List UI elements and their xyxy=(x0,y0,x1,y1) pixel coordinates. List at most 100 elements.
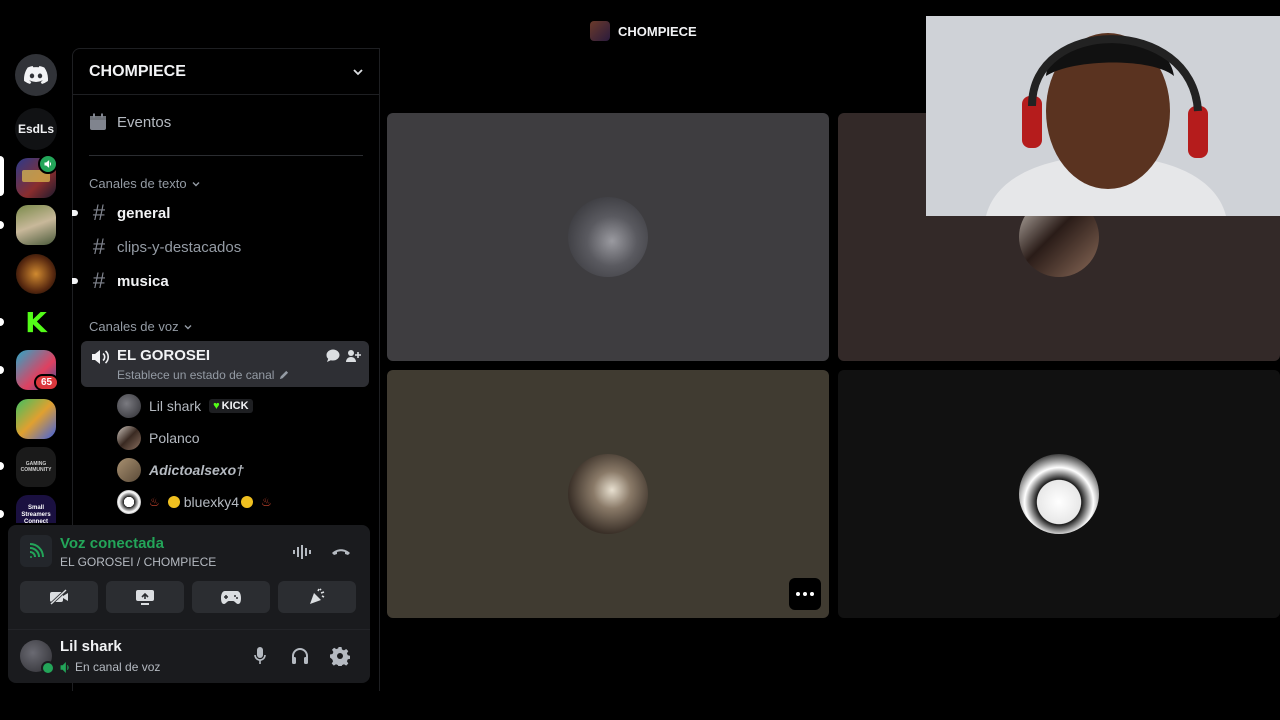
small-streamers-server[interactable]: Small Streamers Connect xyxy=(16,495,56,523)
avatar xyxy=(1019,454,1099,534)
soundboard-button[interactable] xyxy=(278,581,356,613)
green-heart-icon: ♥ xyxy=(213,400,220,412)
more-options-button[interactable] xyxy=(789,578,821,610)
server-rail: EsdLs K 65 GAMING COMMUNITY Small Stream… xyxy=(0,48,72,523)
coin-icon xyxy=(241,496,254,508)
window-title-text: CHOMPIECE xyxy=(618,23,697,39)
user-area: Lil shark En canal de voz xyxy=(8,629,370,684)
camera-toggle-button[interactable] xyxy=(20,581,98,613)
online-status-dot xyxy=(41,661,55,675)
voice-user-name: Polanco xyxy=(149,430,200,446)
voice-status-title[interactable]: Voz conectada xyxy=(60,535,164,552)
user-settings-button[interactable] xyxy=(328,644,352,668)
kick-tag-label: KICK xyxy=(221,400,249,412)
unread-pill xyxy=(0,510,4,518)
disconnect-icon[interactable] xyxy=(330,543,352,561)
hash-icon: # xyxy=(92,200,106,225)
category-label: Canales de voz xyxy=(89,319,179,334)
speaker-icon xyxy=(60,661,69,673)
avatar xyxy=(568,454,648,534)
rtc-connection: Voz conectada EL GOROSEI / CHOMPIECE xyxy=(20,535,358,571)
category-label: Canales de texto xyxy=(89,176,187,191)
unread-pill xyxy=(0,462,4,470)
gear-icon xyxy=(330,647,350,666)
server-esdls[interactable]: EsdLs xyxy=(15,108,57,150)
chevron-down-icon xyxy=(192,181,200,186)
channel-status-placeholder: Establece un estado de canal xyxy=(117,368,275,382)
channel-name: clips-y-destacados xyxy=(117,238,242,256)
category-voice-channels[interactable]: Canales de voz xyxy=(89,319,193,334)
pencil-icon xyxy=(280,370,289,379)
add-member-icon[interactable] xyxy=(345,348,361,364)
voice-user-bluexky4[interactable]: ♨ bluexky4 ♨ xyxy=(117,488,272,516)
server-icon-2[interactable] xyxy=(16,205,56,245)
deafen-button[interactable] xyxy=(288,644,312,668)
hash-icon: # xyxy=(92,234,106,259)
server-icon-3[interactable] xyxy=(16,254,56,294)
unread-pill xyxy=(0,366,4,374)
camera-off-icon xyxy=(49,588,68,606)
channel-clips-y-destacados[interactable]: # clips-y-destacados xyxy=(89,231,363,263)
participant-tile[interactable] xyxy=(387,113,829,361)
events-label: Eventos xyxy=(117,113,172,131)
voice-user-polanco[interactable]: Polanco xyxy=(117,424,200,452)
activity-button[interactable] xyxy=(192,581,270,613)
voice-user-lil-shark[interactable]: Lil shark ♥ KICK xyxy=(117,392,253,420)
webcam-overlay xyxy=(926,16,1280,216)
microphone-icon xyxy=(254,647,266,664)
channel-general[interactable]: # general xyxy=(89,197,363,229)
voice-channel-el-gorosei[interactable]: EL GOROSEI Establece un estado de canal xyxy=(81,341,369,387)
calendar-icon xyxy=(90,113,106,130)
discord-icon xyxy=(24,66,48,84)
voice-channel-name: EL GOROSEI xyxy=(117,347,211,364)
category-text-channels[interactable]: Canales de texto xyxy=(89,176,201,191)
gaming-community-label: GAMING COMMUNITY xyxy=(20,461,52,473)
participant-tile[interactable] xyxy=(838,370,1280,618)
gaming-community-server[interactable]: GAMING COMMUNITY xyxy=(16,447,56,487)
voice-user-name: Adictoalsexo† xyxy=(149,462,244,478)
signal-icon[interactable] xyxy=(20,535,52,567)
mute-button[interactable] xyxy=(248,644,272,668)
user-name[interactable]: Lil shark xyxy=(60,638,122,655)
voice-user-name: Lil shark xyxy=(149,398,202,414)
chat-icon[interactable] xyxy=(325,348,341,364)
chevron-down-icon xyxy=(184,324,192,329)
screen-share-icon xyxy=(136,590,154,605)
channel-name: musica xyxy=(117,272,169,290)
notification-badge: 65 xyxy=(34,374,60,391)
chevron-down-icon xyxy=(353,68,363,75)
guild-name: CHOMPIECE xyxy=(89,62,186,80)
channel-status-setter[interactable]: Establece un estado de canal xyxy=(117,368,289,382)
channel-name: general xyxy=(117,204,171,222)
voice-status-sub[interactable]: EL GOROSEI / CHOMPIECE xyxy=(60,555,216,569)
server-icon-6[interactable] xyxy=(16,399,56,439)
headphones-icon xyxy=(292,648,308,664)
noise-suppression-icon[interactable] xyxy=(292,543,314,561)
server-icon xyxy=(590,21,610,41)
soundboard-icon xyxy=(310,588,325,604)
unread-indicator xyxy=(72,278,78,284)
channel-musica[interactable]: # musica xyxy=(89,265,363,297)
gamepad-icon xyxy=(221,591,241,604)
small-streamers-label: Small Streamers Connect xyxy=(21,504,51,524)
discord-home-button[interactable] xyxy=(15,54,57,96)
flame-icon: ♨ xyxy=(261,495,272,509)
screen-share-button[interactable] xyxy=(106,581,184,613)
hash-icon: # xyxy=(92,268,106,293)
avatar xyxy=(117,394,141,418)
kick-server-icon[interactable]: K xyxy=(16,302,56,342)
unread-indicator xyxy=(72,210,78,216)
speaker-icon xyxy=(92,350,110,364)
participant-tile[interactable] xyxy=(387,370,829,618)
coin-icon xyxy=(167,496,180,508)
server-esdls-label: EsdLs xyxy=(17,122,54,136)
webcam-person-image xyxy=(926,16,1280,216)
avatar xyxy=(117,490,141,514)
voice-user-name: bluexky4 xyxy=(183,494,240,510)
selected-pill xyxy=(0,156,4,196)
events-item[interactable]: Eventos xyxy=(89,113,171,131)
guild-header[interactable]: CHOMPIECE xyxy=(73,49,379,95)
voice-user-adictoalsexo[interactable]: Adictoalsexo† xyxy=(117,456,244,484)
avatar xyxy=(568,197,648,277)
voice-panel: Voz conectada EL GOROSEI / CHOMPIECE Lil… xyxy=(8,525,370,683)
